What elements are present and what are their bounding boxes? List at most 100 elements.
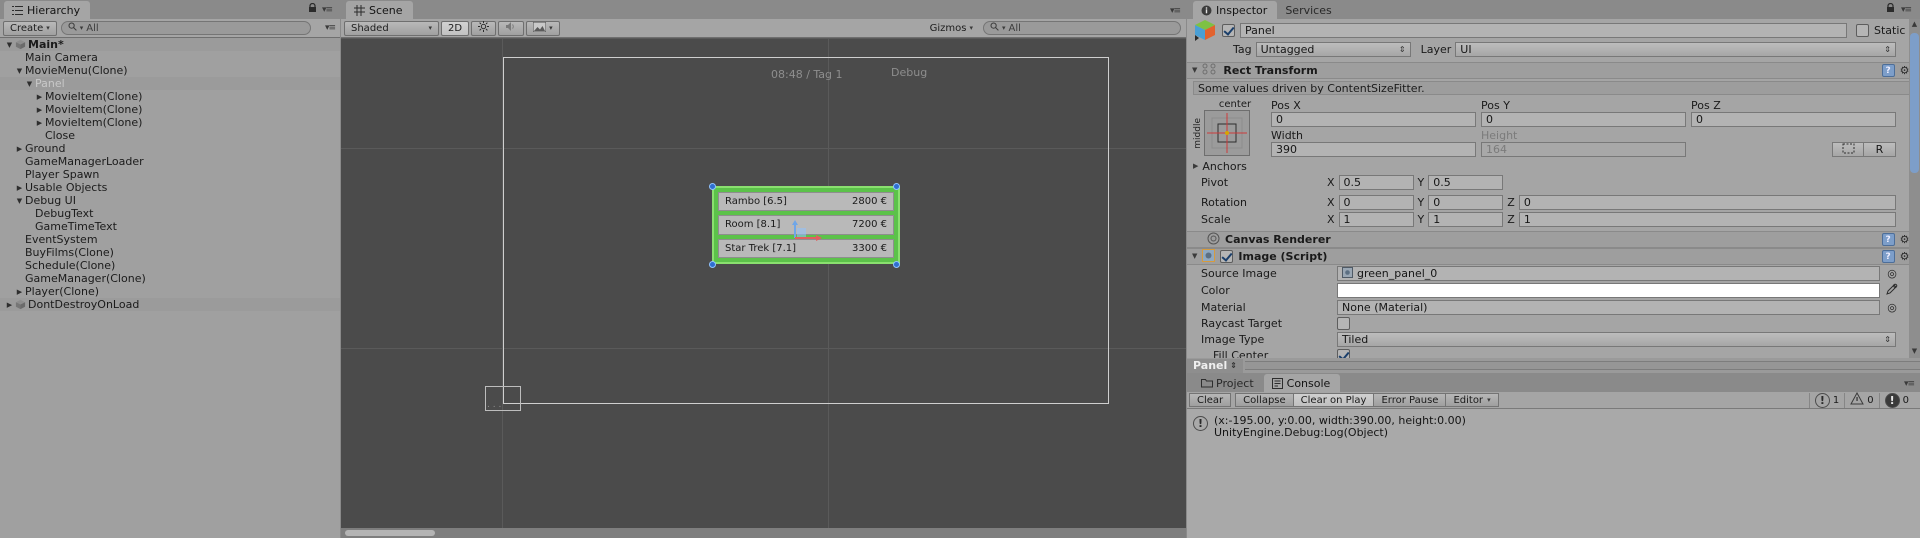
gameobject-enabled-checkbox[interactable]	[1222, 23, 1235, 37]
pos-z-input[interactable]: 0	[1691, 112, 1896, 127]
scene-search-input[interactable]: ▾ All	[983, 21, 1181, 35]
layer-dropdown[interactable]: UI ⇕	[1455, 42, 1896, 57]
hierarchy-row[interactable]: ▶ MovieItem(Clone)	[0, 103, 340, 116]
help-icon[interactable]: ?	[1881, 233, 1895, 246]
pos-y-input[interactable]: 0	[1481, 112, 1686, 127]
hierarchy-row[interactable]: ▶ Usable Objects	[0, 181, 340, 194]
hierarchy-row[interactable]: ·GameTimeText	[0, 220, 340, 233]
2d-toggle-button[interactable]: 2D	[441, 20, 470, 36]
fill-center-checkbox[interactable]	[1337, 349, 1350, 358]
pivot-y-input[interactable]: 0.5	[1428, 175, 1504, 190]
image-type-dropdown[interactable]: Tiled ⇕	[1337, 332, 1896, 347]
hierarchy-search-input[interactable]: ▾ All	[60, 21, 311, 35]
tab-hierarchy[interactable]: Hierarchy	[4, 1, 91, 19]
resize-handle-br[interactable]	[893, 261, 900, 268]
scene-horizontal-scrollbar[interactable]	[341, 528, 1186, 538]
object-picker-icon[interactable]: ◎	[1884, 267, 1900, 280]
updown-arrows-icon[interactable]: ⇕	[1230, 361, 1237, 370]
component-header-image-script[interactable]: ▼ Image (Script) ? ⚙▾	[1187, 248, 1920, 265]
hierarchy-row[interactable]: ·GameManagerLoader	[0, 155, 340, 168]
chevron-down-icon[interactable]: ▼	[1192, 253, 1197, 260]
console-log-list[interactable]: ! (x:-195.00, y:0.00, width:390.00, heig…	[1187, 409, 1920, 538]
tab-services[interactable]: Services	[1277, 1, 1342, 19]
error-pause-button[interactable]: Error Pause	[1374, 393, 1447, 407]
chevron-right-icon[interactable]: ▶	[14, 288, 25, 296]
error-count[interactable]: ! 0	[1878, 392, 1914, 408]
search-filter-chevron-icon[interactable]: ▾	[1002, 24, 1006, 32]
chevron-right-icon[interactable]: ▶	[1193, 163, 1198, 170]
hierarchy-row[interactable]: ·BuyFilms(Clone)	[0, 246, 340, 259]
hierarchy-row[interactable]: ▶ DontDestroyOnLoad	[0, 298, 340, 311]
create-button[interactable]: Create ▾	[3, 20, 57, 36]
source-image-object-field[interactable]: green_panel_0	[1337, 266, 1880, 281]
scene-audio-toggle[interactable]	[498, 20, 525, 36]
inspector-options-icon[interactable]: ▾≡	[1898, 5, 1914, 15]
static-checkbox[interactable]	[1856, 23, 1870, 37]
chevron-down-icon[interactable]: ▼	[1192, 67, 1197, 74]
editor-dropdown-button[interactable]: Editor ▾	[1446, 393, 1499, 407]
component-header-rect-transform[interactable]: ▼ Rect Transform ? ⚙▾	[1187, 62, 1920, 79]
inspector-scrollbar-thumb[interactable]	[1910, 33, 1919, 173]
console-options-icon[interactable]: ▾≡	[1901, 379, 1920, 392]
pos-x-input[interactable]: 0	[1271, 112, 1476, 127]
hierarchy-row[interactable]: ▶ MovieItem(Clone)	[0, 90, 340, 103]
rotation-x-input[interactable]: 0	[1338, 195, 1414, 210]
clear-on-play-button[interactable]: Clear on Play	[1293, 393, 1375, 407]
chevron-right-icon[interactable]: ▶	[34, 119, 45, 127]
hierarchy-row[interactable]: ·Close	[0, 129, 340, 142]
raycast-target-checkbox[interactable]	[1337, 317, 1350, 330]
hierarchy-row[interactable]: ▼ Main*	[0, 38, 340, 51]
console-log-entry[interactable]: ! (x:-195.00, y:0.00, width:390.00, heig…	[1187, 413, 1920, 441]
gizmos-dropdown[interactable]: Gizmos ▾	[924, 21, 979, 36]
hierarchy-row[interactable]: ▶ MovieItem(Clone)	[0, 116, 340, 129]
object-picker-icon[interactable]: ◎	[1884, 301, 1900, 314]
tag-dropdown[interactable]: Untagged ⇕	[1255, 42, 1411, 57]
hierarchy-row[interactable]: ▼ Panel	[0, 77, 340, 90]
resize-handle-bl[interactable]	[709, 261, 716, 268]
scene-options-icon[interactable]: ▾≡	[1167, 6, 1186, 19]
rotation-z-input[interactable]: 0	[1518, 195, 1896, 210]
chevron-right-icon[interactable]: ▶	[34, 93, 45, 101]
info-count[interactable]: ! 1	[1808, 392, 1844, 408]
eyedropper-icon[interactable]	[1884, 283, 1900, 298]
tab-inspector[interactable]: Inspector	[1193, 1, 1278, 19]
hierarchy-row[interactable]: ▶ Player(Clone)	[0, 285, 340, 298]
inspector-scrollbar[interactable]: ▲ ▼	[1909, 19, 1920, 358]
hierarchy-row[interactable]: ▼ MovieMenu(Clone)	[0, 64, 340, 77]
hierarchy-row[interactable]: ·Main Camera	[0, 51, 340, 64]
rotation-y-input[interactable]: 0	[1428, 195, 1504, 210]
move-tool-gizmo[interactable]	[791, 220, 825, 245]
lock-icon[interactable]	[1886, 2, 1895, 16]
hierarchy-row[interactable]: ·EventSystem	[0, 233, 340, 246]
component-header-canvas-renderer[interactable]: Canvas Renderer ? ⚙▾	[1187, 231, 1920, 248]
chevron-down-icon[interactable]: ▼	[14, 67, 25, 75]
movie-item-row[interactable]: Rambo [6.5] 2800 €	[718, 192, 894, 212]
scroll-down-arrow-icon[interactable]: ▼	[1910, 347, 1919, 357]
hierarchy-row[interactable]: ▶ Ground	[0, 142, 340, 155]
raw-edit-button[interactable]: R	[1864, 142, 1896, 157]
chevron-down-icon[interactable]: ▼	[24, 80, 35, 88]
material-object-field[interactable]: None (Material)	[1337, 300, 1880, 315]
hierarchy-row[interactable]: ▼ Debug UI	[0, 194, 340, 207]
resize-handle-tl[interactable]	[709, 183, 716, 190]
chevron-down-icon[interactable]: ▼	[4, 41, 15, 49]
scale-y-input[interactable]: 1	[1428, 212, 1504, 227]
scene-fx-dropdown[interactable]: ▾	[526, 20, 560, 36]
scene-viewport[interactable]: 08:48 / Tag 1 Debug . . . Rambo [6.5] 28…	[341, 38, 1186, 528]
breadcrumb-panel-chip[interactable]: Panel ⇕	[1187, 358, 1243, 373]
gameobject-name-input[interactable]: Panel	[1240, 22, 1848, 38]
chevron-down-icon[interactable]: ▼	[14, 197, 25, 205]
tab-project[interactable]: Project	[1193, 374, 1264, 392]
blueprint-mode-button[interactable]	[1832, 142, 1864, 157]
scale-z-input[interactable]: 1	[1518, 212, 1896, 227]
chevron-right-icon[interactable]: ▶	[4, 301, 15, 309]
scene-lighting-toggle[interactable]	[471, 20, 497, 36]
tab-scene[interactable]: Scene	[346, 1, 413, 19]
help-icon[interactable]: ?	[1881, 64, 1895, 77]
chevron-right-icon[interactable]: ▶	[34, 106, 45, 114]
anchor-preset-button[interactable]	[1204, 110, 1250, 156]
collapse-button[interactable]: Collapse	[1235, 393, 1294, 407]
hierarchy-row[interactable]: ·DebugText	[0, 207, 340, 220]
warning-count[interactable]: 0	[1844, 391, 1878, 408]
hierarchy-row[interactable]: ·GameManager(Clone)	[0, 272, 340, 285]
